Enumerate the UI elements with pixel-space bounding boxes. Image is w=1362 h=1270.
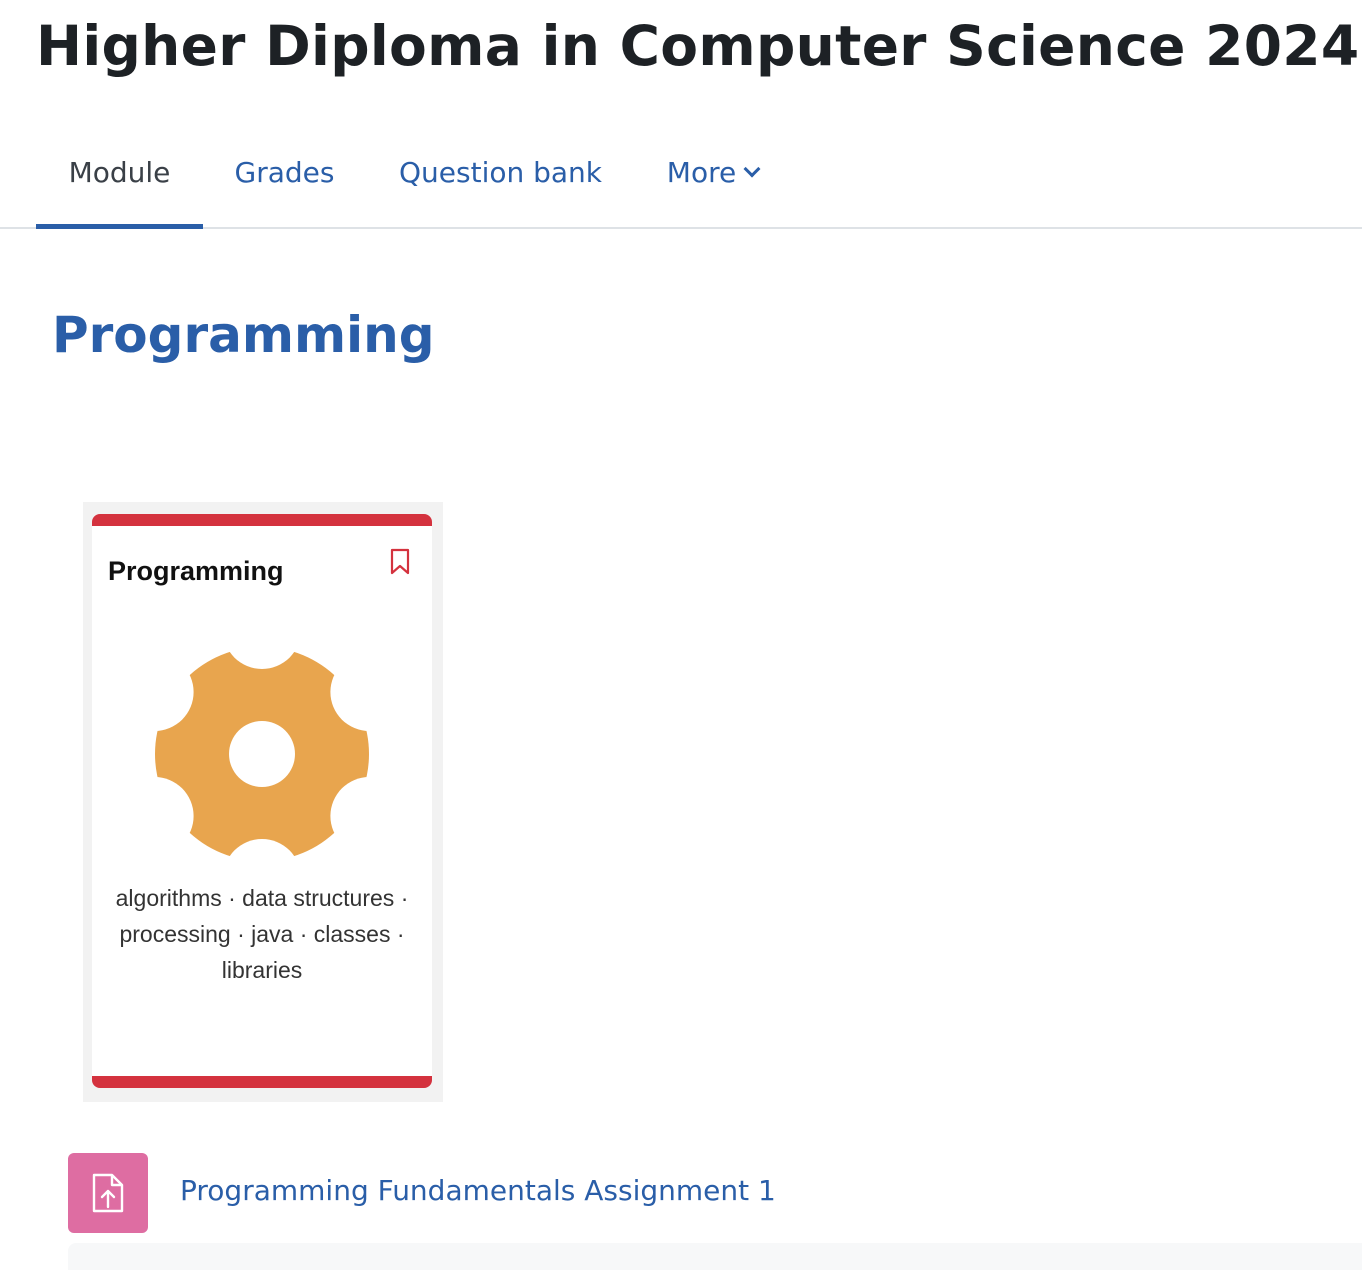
assignment-upload-icon[interactable] <box>68 1153 148 1233</box>
secondary-navigation: Module Grades Question bank More <box>0 118 1362 229</box>
tab-more-label: More <box>666 156 737 189</box>
section-title: Programming <box>52 306 435 364</box>
card-tags: algorithms · data structures · processin… <box>115 885 409 983</box>
tab-question-bank-label: Question bank <box>398 156 603 189</box>
tab-grades[interactable]: Grades <box>212 118 357 227</box>
card-title: Programming <box>108 556 284 586</box>
page-title: Higher Diploma in Computer Science 2024 <box>36 14 1360 78</box>
tab-module[interactable]: Module <box>36 118 203 229</box>
tab-module-label: Module <box>68 156 171 189</box>
tab-more[interactable]: More <box>645 118 780 227</box>
file-upload-icon <box>92 1173 124 1213</box>
tab-question-bank[interactable]: Question bank <box>378 118 623 227</box>
activity-info-panel <box>68 1243 1362 1270</box>
tab-grades-label: Grades <box>234 156 335 189</box>
gear-icon <box>155 647 369 861</box>
assignment-link[interactable]: Programming Fundamentals Assignment 1 <box>180 1174 776 1207</box>
chevron-down-icon <box>743 160 761 177</box>
module-card-container: Programming algorithms · data structures… <box>83 502 443 1102</box>
module-card[interactable]: Programming algorithms · data structures… <box>92 514 432 1088</box>
bookmark-icon[interactable] <box>389 548 411 576</box>
